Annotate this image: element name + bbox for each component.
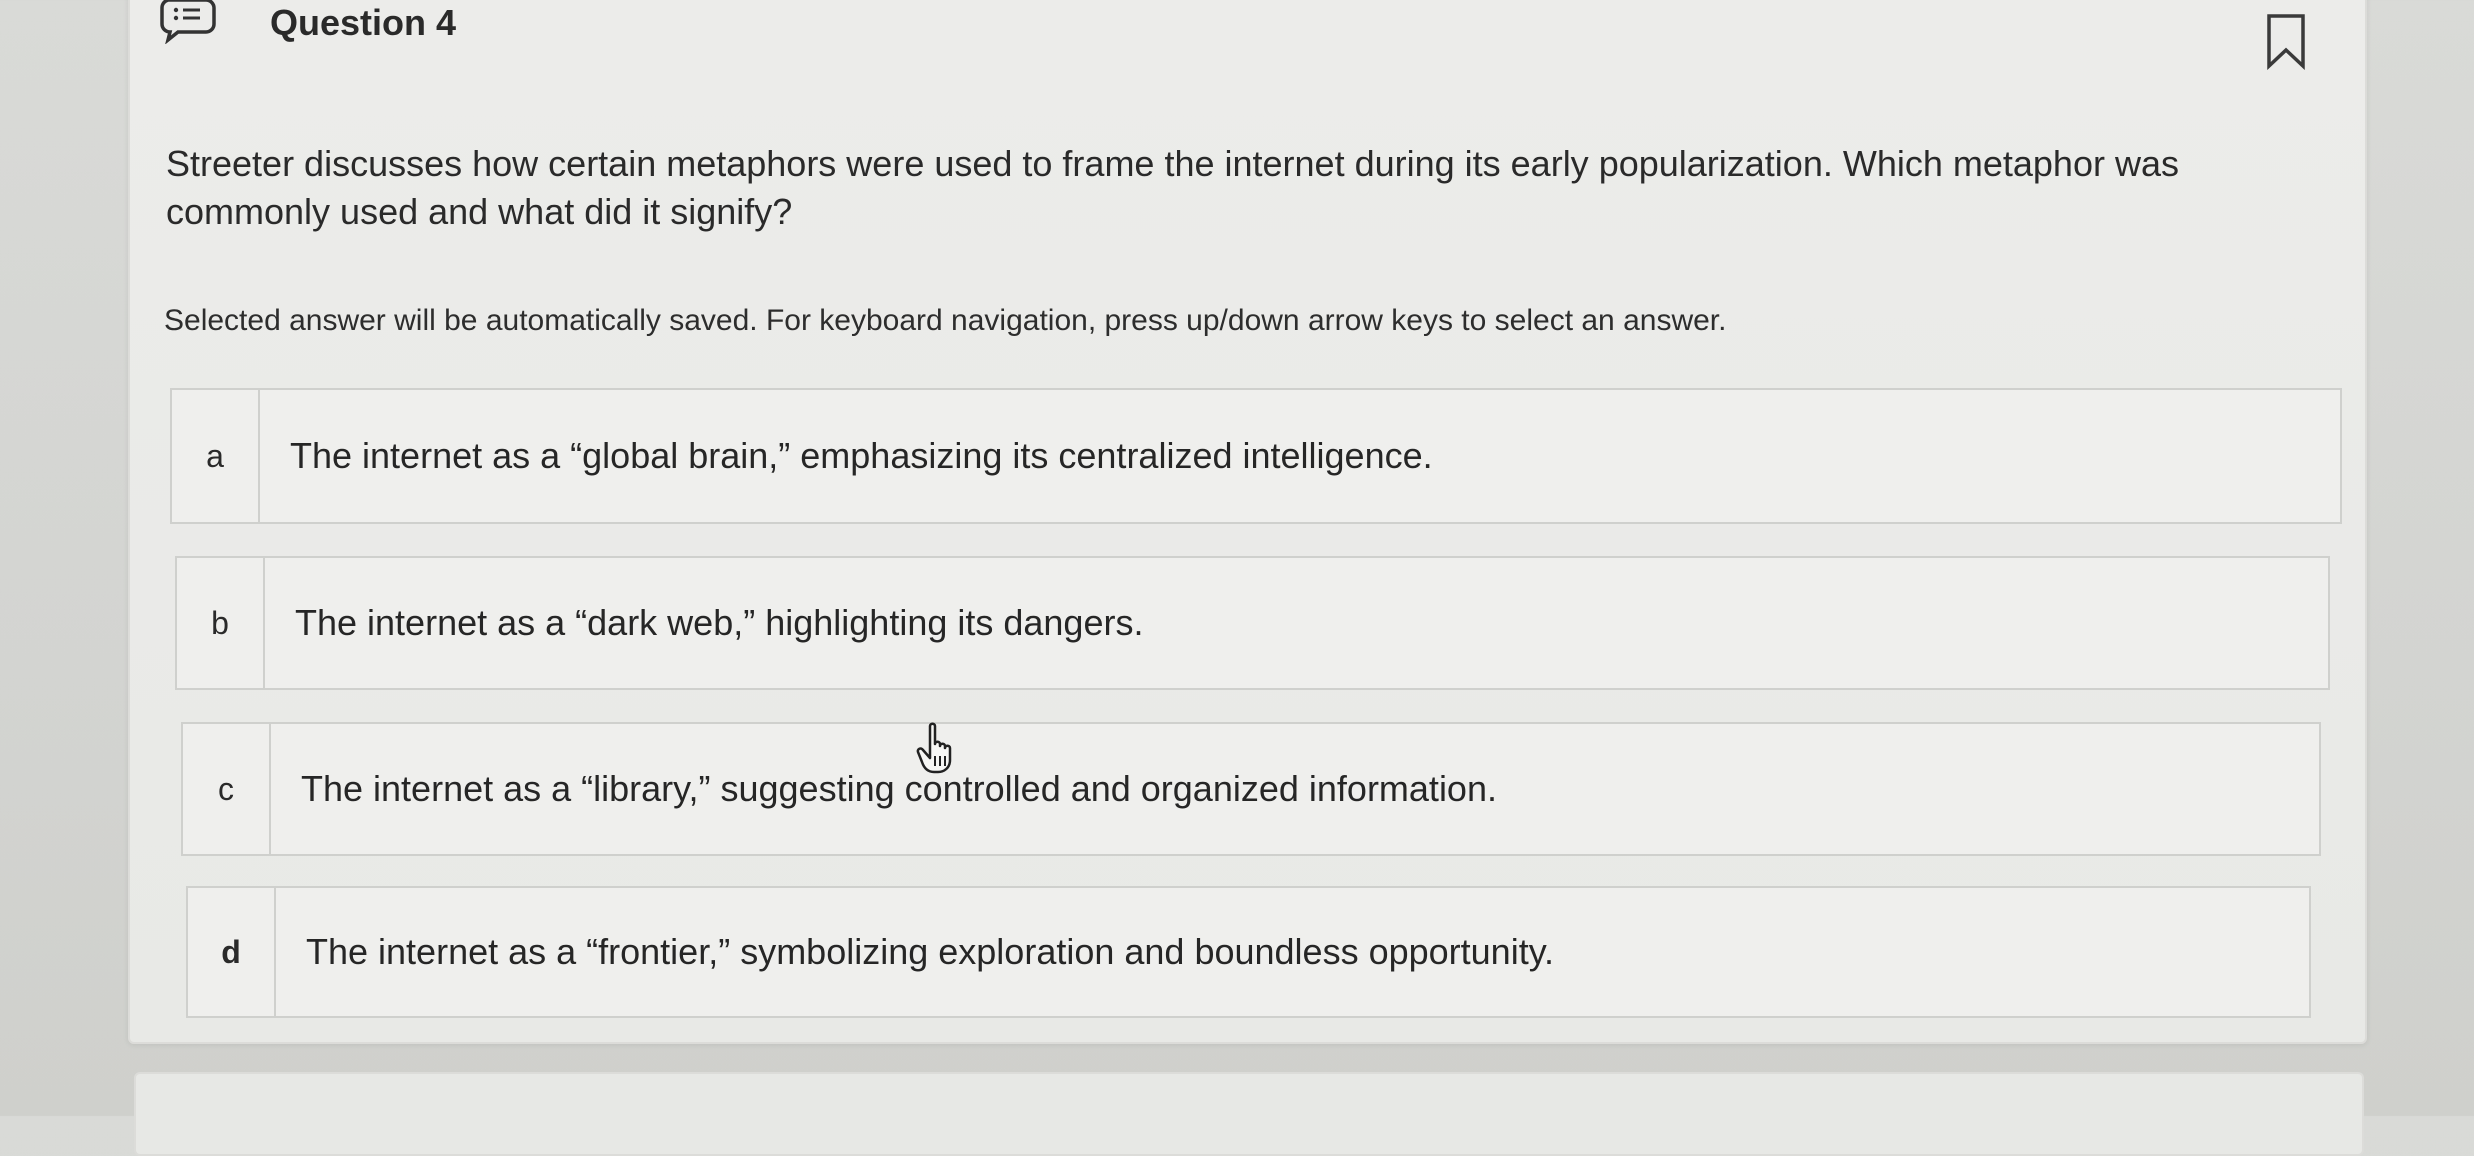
option-text: The internet as a “frontier,” symbolizin… bbox=[306, 931, 1555, 972]
option-text: The internet as a “library,” suggesting … bbox=[301, 768, 1497, 809]
option-text: The internet as a “dark web,” highlighti… bbox=[295, 602, 1144, 643]
answer-option-d[interactable]: d The internet as a “frontier,” symboliz… bbox=[186, 886, 2311, 1018]
option-text: The internet as a “global brain,” emphas… bbox=[290, 435, 1433, 476]
option-letter: c bbox=[183, 724, 271, 854]
option-letter: d bbox=[188, 888, 276, 1016]
option-letter: b bbox=[177, 558, 265, 688]
hand-pointer-icon bbox=[916, 722, 952, 774]
question-title: Question 4 bbox=[270, 2, 457, 43]
next-question-card bbox=[134, 1072, 2364, 1156]
instruction-text: Selected answer will be automatically sa… bbox=[164, 304, 1727, 337]
option-letter: a bbox=[172, 390, 260, 522]
question-list-icon bbox=[160, 0, 216, 44]
answer-option-b[interactable]: b The internet as a “dark web,” highligh… bbox=[175, 556, 2330, 690]
answer-option-a[interactable]: a The internet as a “global brain,” emph… bbox=[170, 388, 2342, 524]
answer-option-c[interactable]: c The internet as a “library,” suggestin… bbox=[181, 722, 2321, 856]
bookmark-icon[interactable] bbox=[2264, 12, 2308, 70]
question-text: Streeter discusses how certain metaphors… bbox=[166, 143, 2179, 232]
